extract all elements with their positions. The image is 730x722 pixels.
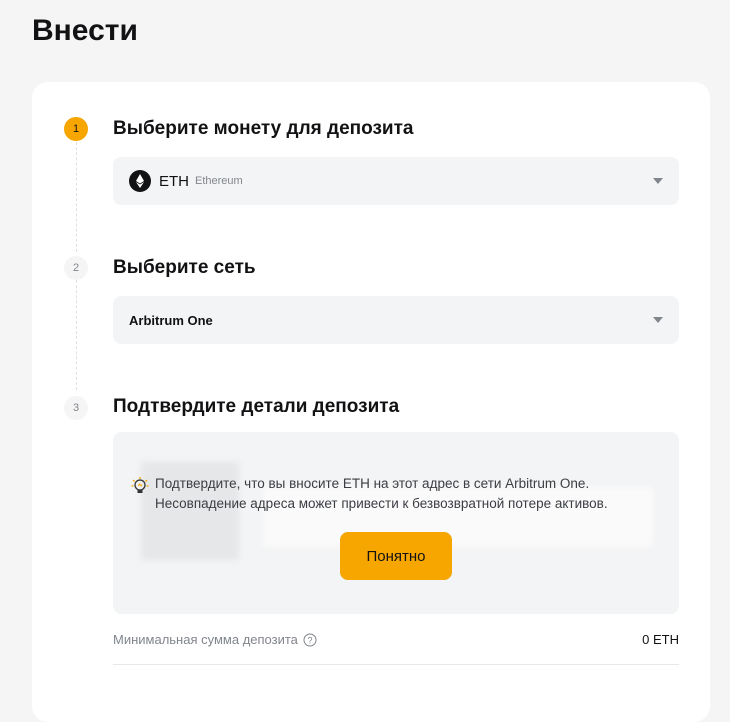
min-deposit-value: 0 ETH [642,632,679,647]
coin-name: Ethereum [195,175,243,187]
step-3-number: 3 [64,396,88,420]
step-2-title: Выберите сеть [113,257,256,278]
lightbulb-icon [131,477,149,493]
chevron-down-icon [653,317,663,323]
warning-line-1: Подтвердите, что вы вносите ETH на этот … [155,476,590,491]
divider [113,664,679,665]
min-deposit-row: Минимальная сумма депозита ? 0 ETH [113,632,679,647]
chevron-down-icon [653,178,663,184]
help-icon[interactable]: ? [303,633,317,647]
confirm-button[interactable]: Понятно [340,532,452,580]
deposit-details-panel: Подтвердите, что вы вносите ETH на этот … [113,432,679,614]
deposit-card: 1 Выберите монету для депозита ETH Ether… [32,82,710,722]
network-warning: Подтвердите, что вы вносите ETH на этот … [131,474,608,514]
step-connector [76,280,77,390]
network-value: Arbitrum One [129,312,213,328]
step-2-number: 2 [64,256,88,280]
svg-text:?: ? [307,635,312,645]
coin-select[interactable]: ETH Ethereum [113,157,679,205]
network-select[interactable]: Arbitrum One [113,296,679,344]
min-deposit-label: Минимальная сумма депозита [113,632,298,647]
step-1-title: Выберите монету для депозита [113,118,414,139]
step-3-title: Подтвердите детали депозита [113,396,400,417]
step-connector [76,142,77,252]
step-1-number: 1 [64,117,88,141]
ethereum-icon [129,170,151,192]
coin-symbol: ETH [159,172,189,190]
warning-line-2: Несовпадение адреса может привести к без… [155,496,608,511]
page-title: Внести [32,14,138,47]
